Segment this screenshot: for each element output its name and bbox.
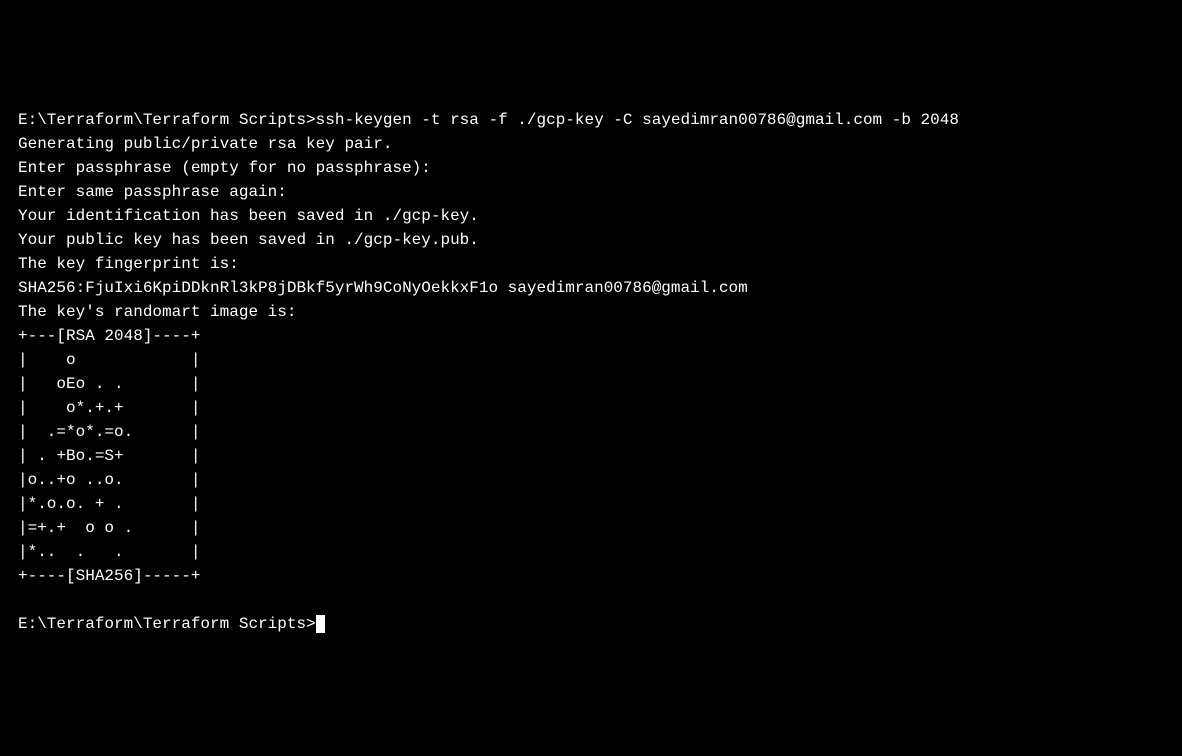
output-line: Enter same passphrase again: [18,183,287,201]
randomart-line: +----[SHA256]-----+ [18,567,200,585]
command-line: E:\Terraform\Terraform Scripts>ssh-keyge… [18,111,959,129]
prompt-prefix: E:\Terraform\Terraform Scripts> [18,111,316,129]
randomart-line: | oEo . . | [18,375,200,393]
output-line: The key's randomart image is: [18,303,296,321]
randomart-line: | . +Bo.=S+ | [18,447,200,465]
cursor-icon [316,615,325,633]
output-line: SHA256:FjuIxi6KpiDDknRl3kP8jDBkf5yrWh9Co… [18,279,748,297]
randomart-line: +---[RSA 2048]----+ [18,327,200,345]
randomart-line: |*.. . . | [18,543,200,561]
output-line: Generating public/private rsa key pair. [18,135,392,153]
output-line: Your identification has been saved in ./… [18,207,479,225]
randomart-line: |*.o.o. + . | [18,495,200,513]
randomart-line: |=+.+ o o . | [18,519,200,537]
randomart-line: | .=*o*.=o. | [18,423,200,441]
randomart-line: | o | [18,351,200,369]
randomart-line: |o..+o ..o. | [18,471,200,489]
output-line: The key fingerprint is: [18,255,239,273]
command-text: ssh-keygen -t rsa -f ./gcp-key -C sayedi… [316,111,959,129]
prompt-prefix: E:\Terraform\Terraform Scripts> [18,615,316,633]
terminal-window[interactable]: E:\Terraform\Terraform Scripts>ssh-keyge… [18,108,1164,636]
prompt-line[interactable]: E:\Terraform\Terraform Scripts> [18,615,325,633]
output-line: Your public key has been saved in ./gcp-… [18,231,479,249]
output-line: Enter passphrase (empty for no passphras… [18,159,431,177]
randomart-line: | o*.+.+ | [18,399,200,417]
